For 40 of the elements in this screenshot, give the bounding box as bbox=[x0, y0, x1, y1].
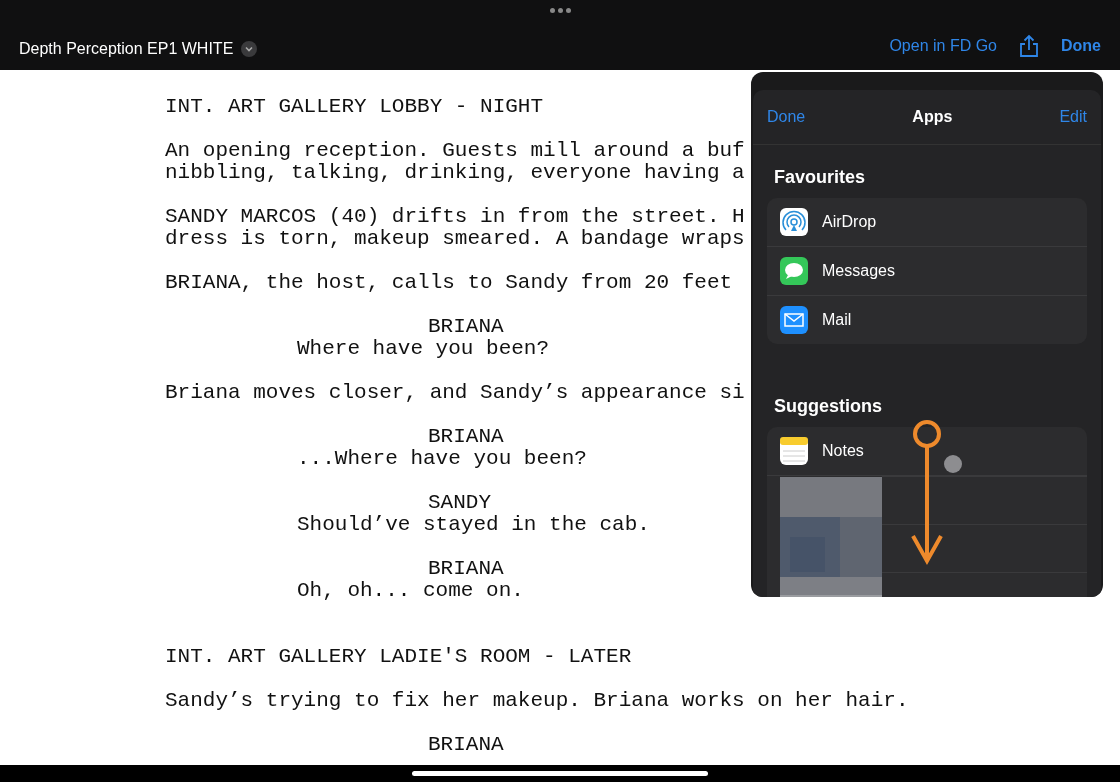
section-heading: Suggestions bbox=[774, 396, 883, 417]
script-line: BRIANA bbox=[428, 426, 504, 448]
app-name: Notes bbox=[822, 442, 864, 460]
script-line: BRIANA bbox=[428, 316, 504, 338]
script-line: SANDY MARCOS (40) drifts in from the street. H bbox=[165, 206, 745, 228]
section-heading: Favourites bbox=[774, 167, 867, 188]
sheet-title: Apps bbox=[912, 108, 953, 126]
chevron-down-icon[interactable] bbox=[241, 41, 258, 57]
script-line: BRIANA bbox=[428, 734, 504, 756]
script-line: ...Where have you been? bbox=[297, 448, 587, 470]
more-icon[interactable] bbox=[550, 8, 571, 13]
script-line: INT. ART GALLERY LADIE'S ROOM - LATER bbox=[165, 646, 632, 668]
app-name: Messages bbox=[822, 262, 895, 280]
envelope-icon bbox=[780, 306, 808, 334]
notepad-icon bbox=[780, 437, 808, 465]
script-line: Sandy’s trying to fix her makeup. Briana works on her hair. bbox=[165, 690, 909, 712]
airdrop-icon bbox=[780, 208, 808, 236]
script-line: Briana moves closer, and Sandy’s appearance si bbox=[165, 382, 745, 404]
script-line: nibbling, talking, drinking, everyone having a bbox=[165, 162, 745, 184]
app-name: AirDrop bbox=[822, 213, 877, 231]
app-name: Mail bbox=[822, 311, 852, 329]
message-bubble-icon bbox=[780, 257, 808, 285]
script-line: BRIANA, the host, calls to Sandy from 20 feet bbox=[165, 272, 733, 294]
script-line: BRIANA bbox=[428, 558, 504, 580]
open-in-app-link[interactable]: Open in FD Go bbox=[889, 37, 997, 55]
app-row[interactable]: AirDrop bbox=[767, 198, 1087, 247]
script-line: Oh, oh... come on. bbox=[297, 580, 524, 602]
script-line: dress is torn, makeup smeared. A bandage wraps bbox=[165, 228, 745, 250]
script-line: An opening reception. Guests mill around a buf bbox=[165, 140, 745, 162]
document-title: Depth Perception EP1 WHITE bbox=[19, 40, 234, 58]
app-row[interactable]: Messages bbox=[767, 247, 1087, 296]
edit-button[interactable]: Edit bbox=[1059, 108, 1087, 126]
share-icon[interactable] bbox=[1019, 34, 1039, 58]
script-line: Where have you been? bbox=[297, 338, 550, 360]
script-line: Should’ve stayed in the cab. bbox=[297, 514, 650, 536]
script-line: SANDY bbox=[428, 492, 491, 514]
app-row[interactable]: Mail bbox=[767, 296, 1087, 344]
done-button[interactable]: Done bbox=[1061, 37, 1101, 55]
script-line: INT. ART GALLERY LOBBY - NIGHT bbox=[165, 96, 544, 118]
done-button[interactable]: Done bbox=[767, 108, 806, 126]
